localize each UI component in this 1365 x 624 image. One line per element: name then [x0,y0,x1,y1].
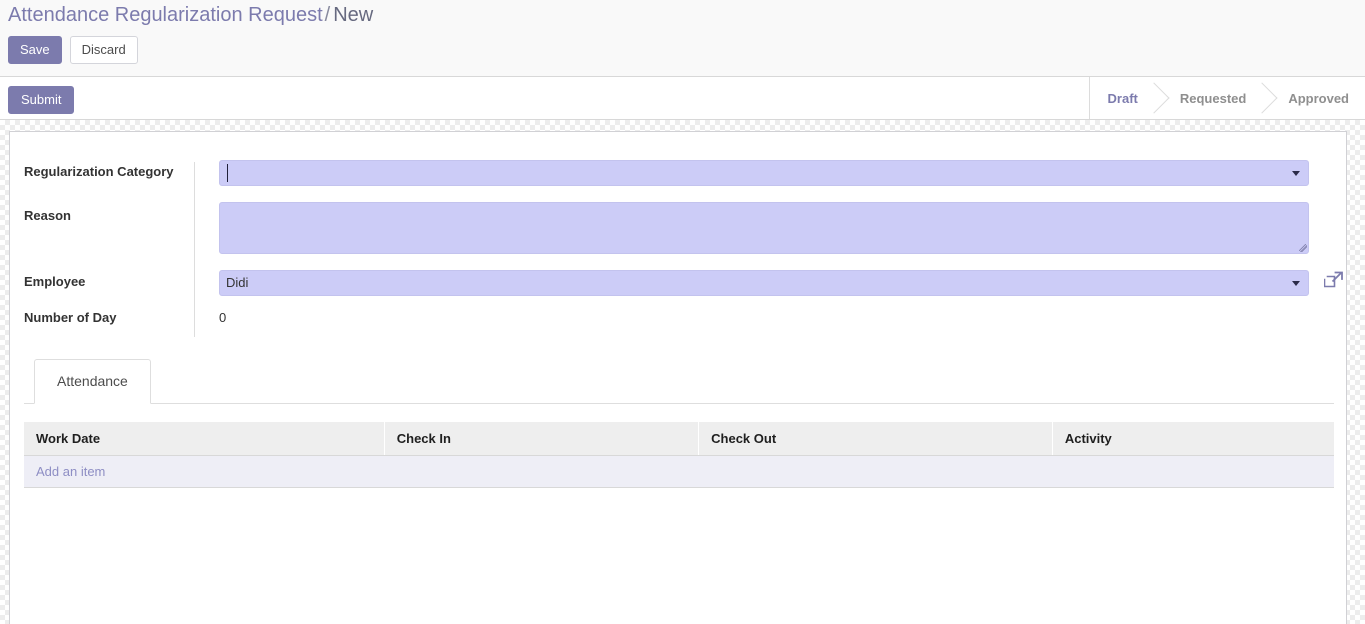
tab-attendance-label: Attendance [57,373,128,389]
add-an-item-link[interactable]: Add an item [36,464,105,479]
column-header-check-in[interactable]: Check In [383,422,699,456]
field-row-number-of-day: Number of Day 0 [24,308,1314,336]
field-reason-control [219,202,1309,254]
breadcrumb-separator: / [324,4,331,26]
status-pipeline: Draft Requested Approved [1088,77,1365,119]
save-button[interactable]: Save [8,36,62,64]
add-an-item-cell: Add an item [24,455,1334,488]
tab-attendance[interactable]: Attendance [34,359,151,404]
employee-many2one-input[interactable]: Didi [219,270,1309,296]
field-group-main: Regularization Category Reason Employee … [24,160,1343,336]
status-step-approved-label: Approved [1288,90,1349,106]
status-step-approved[interactable]: Approved [1262,77,1365,119]
form-sheet: Regularization Category Reason Employee … [9,131,1347,624]
number-of-day-value: 0 [219,310,227,325]
status-step-draft-label: Draft [1107,90,1138,106]
table-row-add-item: Add an item [24,455,1334,488]
field-regularization-category-control [219,160,1309,186]
field-employee-control: Didi [219,270,1309,296]
notebook-tab-strip: Attendance [24,359,1334,404]
external-link-icon[interactable] [1323,270,1344,290]
column-header-check-out[interactable]: Check Out [698,422,1053,456]
label-number-of-day: Number of Day [24,310,117,325]
label-regularization-category: Regularization Category [24,164,174,179]
table-header-row: Work Date Check In Check Out Activity [24,422,1334,456]
statusbar: Submit Draft Requested Approved [0,77,1365,120]
attendance-table: Work Date Check In Check Out Activity Ad… [24,422,1334,488]
status-step-draft[interactable]: Draft [1089,77,1154,119]
submit-button[interactable]: Submit [8,86,75,114]
reason-textarea[interactable] [219,202,1309,254]
label-reason: Reason [24,208,71,223]
attendance-list: Work Date Check In Check Out Activity Ad… [24,422,1334,488]
field-row-reason: Reason [24,202,1314,272]
control-panel: Attendance Regularization Request / New Sa… [0,0,1365,77]
attendance-table-head: Work Date Check In Check Out Activity [24,422,1334,456]
chevron-down-icon [1292,171,1300,176]
resize-handle-icon[interactable] [1295,240,1307,252]
breadcrumb-current: New [333,4,374,26]
status-step-requested[interactable]: Requested [1153,77,1263,119]
breadcrumb-root-link[interactable]: Attendance Regularization Request [8,4,323,26]
field-row-regularization-category: Regularization Category [24,160,1314,206]
field-number-of-day-control: 0 [219,308,226,328]
column-header-work-date[interactable]: Work Date [24,422,385,456]
attendance-table-body: Add an item [24,455,1334,488]
notebook: Attendance [24,359,1334,404]
column-header-activity[interactable]: Activity [1051,422,1334,456]
employee-value: Didi [226,275,249,290]
regularization-category-select[interactable] [219,160,1309,186]
field-row-employee: Employee Didi [24,270,1343,308]
breadcrumb: Attendance Regularization Request / New [8,3,373,27]
chevron-down-icon [1292,281,1300,286]
discard-button[interactable]: Discard [69,36,138,64]
record-action-buttons: Save Discard [8,36,138,64]
statusbar-buttons: Submit [8,86,75,114]
text-cursor [227,164,228,182]
label-employee: Employee [24,274,86,289]
status-step-requested-label: Requested [1179,90,1247,106]
